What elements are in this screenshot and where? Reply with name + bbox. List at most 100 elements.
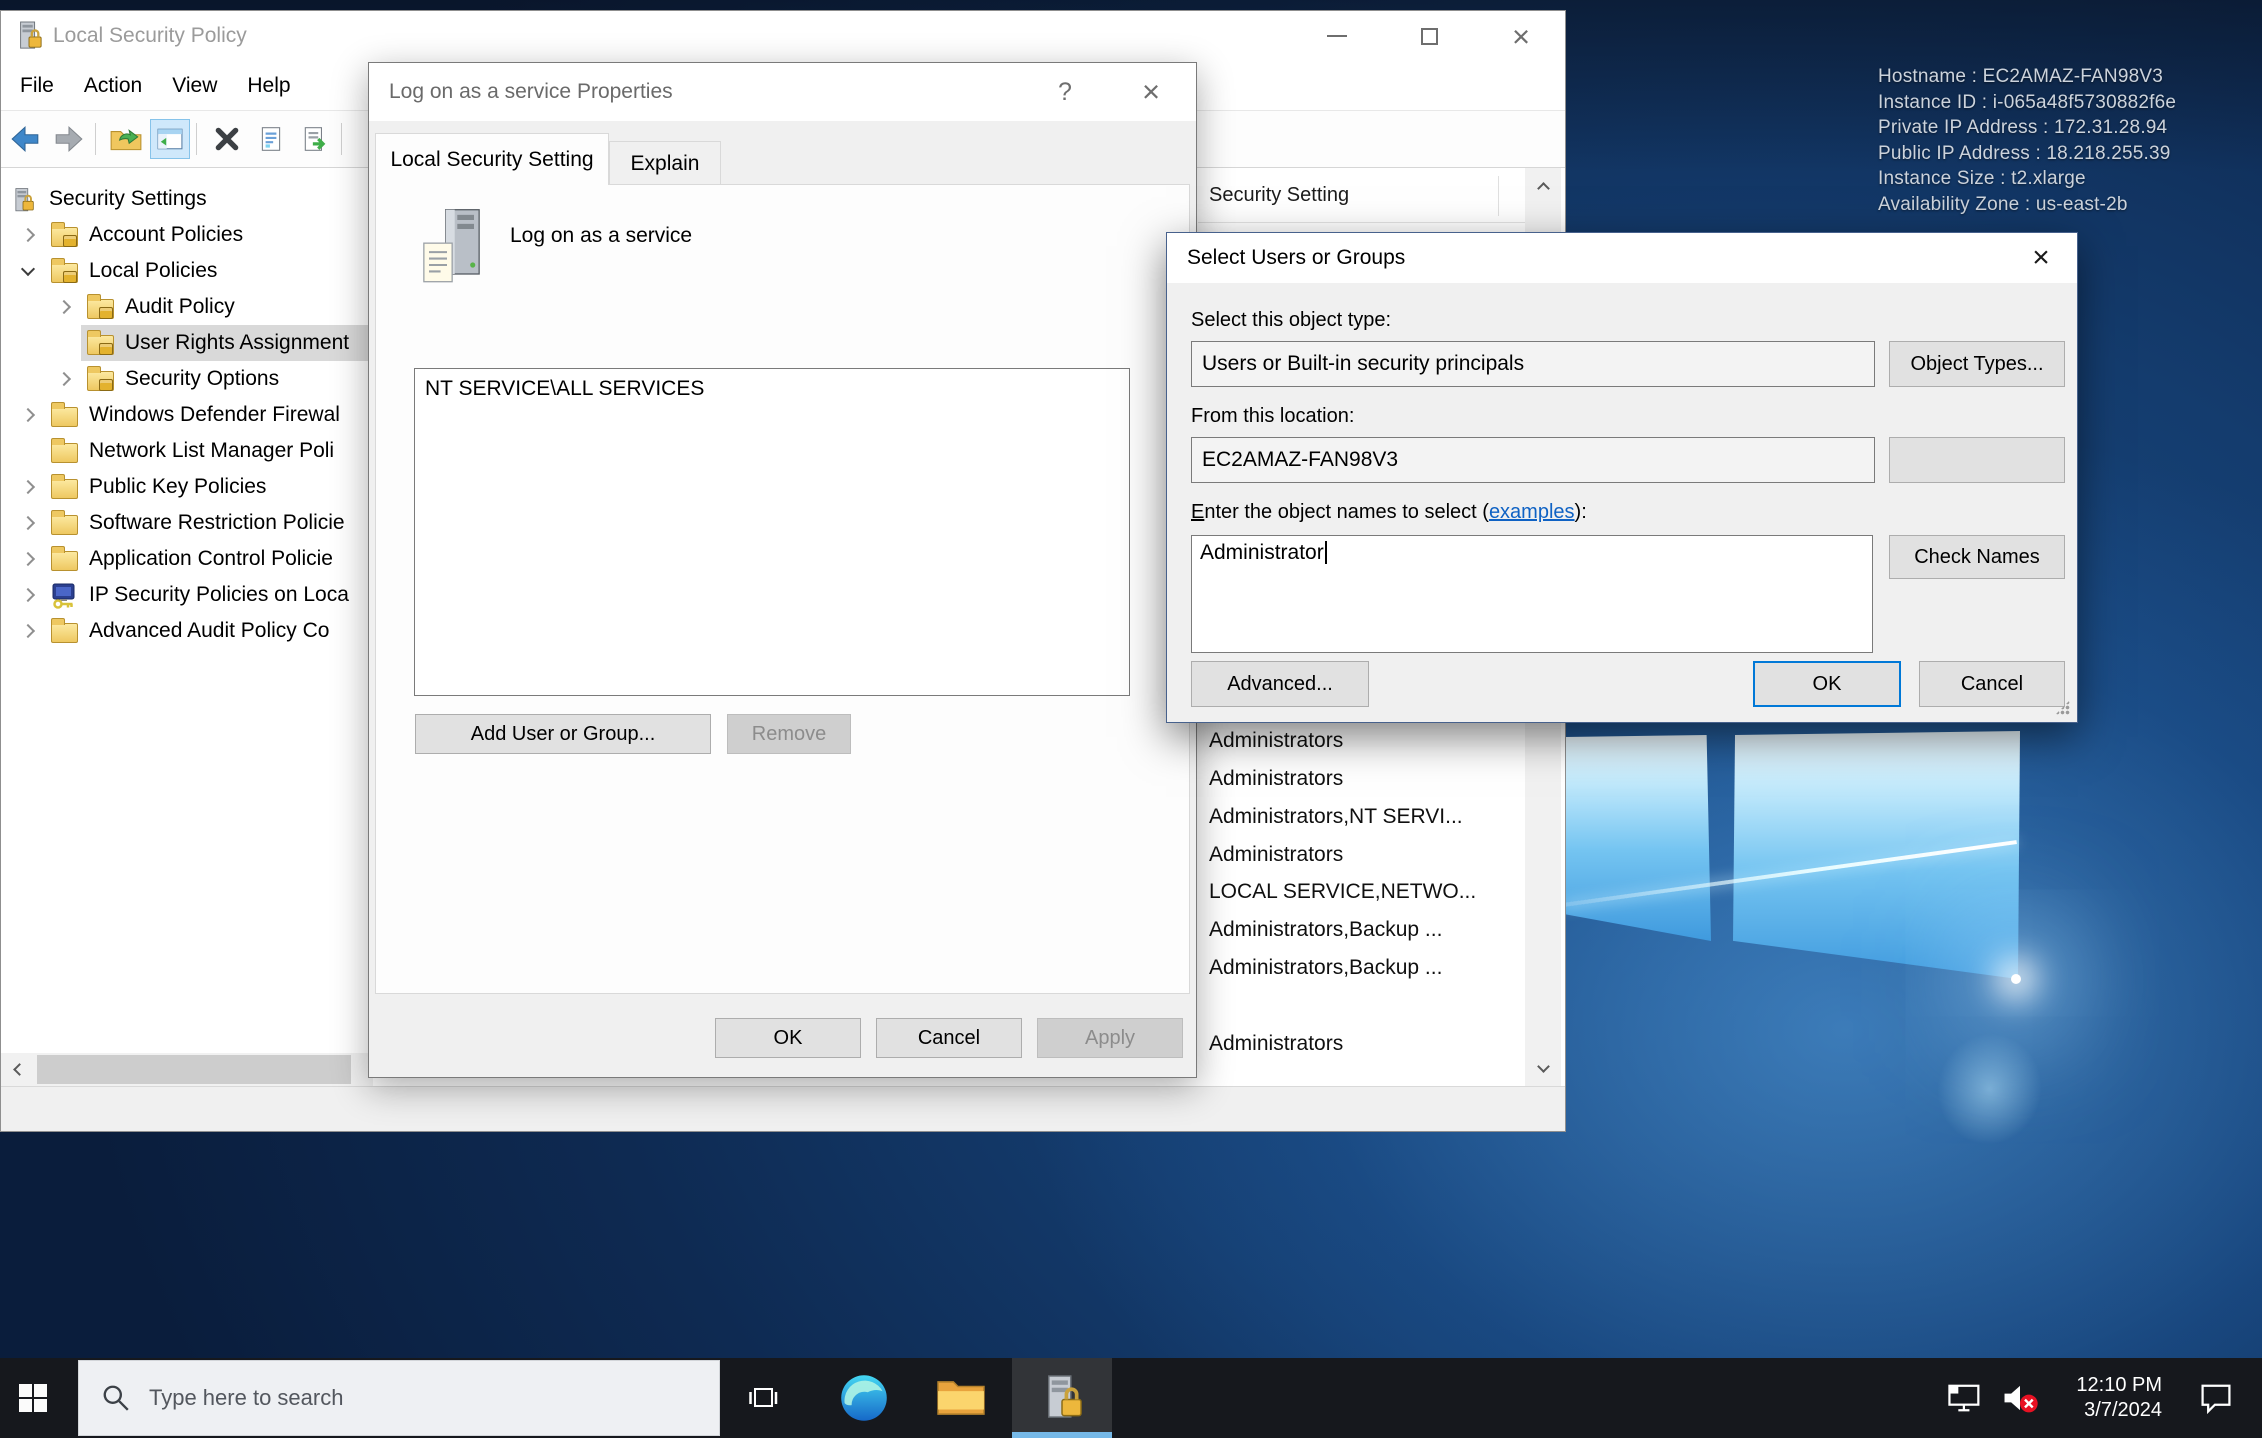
export-list-icon[interactable] [295, 119, 335, 159]
show-console-tree-icon[interactable] [150, 119, 190, 159]
close-button[interactable]: × [1497, 11, 1545, 61]
scroll-down-icon[interactable] [1525, 1050, 1561, 1086]
chevron-down-icon[interactable] [21, 262, 35, 276]
file-explorer-icon[interactable] [925, 1358, 997, 1438]
tree-item-network-list-manager[interactable]: Network List Manager Poli [1, 433, 373, 469]
tree-item-application-control[interactable]: Application Control Policie [1, 541, 373, 577]
advanced-button[interactable]: Advanced... [1191, 661, 1369, 707]
list-item[interactable]: Administrators [1209, 728, 1343, 754]
close-icon[interactable]: × [2019, 233, 2063, 283]
ok-button[interactable]: OK [1753, 661, 1901, 707]
ec2-instance-id: Instance ID : i-065a48f5730882f6e [1878, 90, 2176, 116]
close-icon[interactable]: × [1121, 63, 1181, 121]
taskbar: Type here to search [0, 1358, 2262, 1438]
delete-icon[interactable] [207, 119, 247, 159]
column-divider[interactable] [1498, 176, 1499, 216]
tree-item-local-policies[interactable]: Local Policies [1, 253, 373, 289]
menu-view[interactable]: View [157, 61, 232, 111]
list-item[interactable]: Administrators,Backup ... [1209, 955, 1442, 981]
folder-lock-icon [51, 263, 78, 283]
chevron-right-icon[interactable] [21, 516, 35, 530]
tree-item-public-key-policies[interactable]: Public Key Policies [1, 469, 373, 505]
tree-item-label: Security Settings [49, 181, 207, 217]
scrollbar-thumb[interactable] [37, 1055, 351, 1084]
security-settings-icon [11, 187, 35, 220]
tree-item-security-settings[interactable]: Security Settings [1, 181, 373, 217]
window-titlebar[interactable]: Local Security Policy × [1, 11, 1565, 61]
forward-icon[interactable] [49, 119, 89, 159]
list-item[interactable]: Administrators,NT SERVI... [1209, 804, 1463, 830]
cancel-button[interactable]: Cancel [876, 1018, 1022, 1058]
tree-item-audit-policy[interactable]: Audit Policy [1, 289, 373, 325]
horizontal-scrollbar[interactable] [1, 1053, 373, 1086]
object-names-input[interactable]: Administrator [1191, 535, 1873, 653]
search-placeholder: Type here to search [149, 1385, 343, 1411]
tree-item-label: User Rights Assignment [125, 325, 349, 361]
menu-action[interactable]: Action [69, 61, 157, 111]
scroll-up-icon[interactable] [1525, 168, 1561, 204]
object-type-value: Users or Built-in security principals [1202, 352, 1524, 376]
minimize-button[interactable] [1313, 11, 1361, 61]
member-entry[interactable]: NT SERVICE\ALL SERVICES [425, 377, 704, 400]
search-input[interactable]: Type here to search [78, 1360, 720, 1436]
dialog-titlebar[interactable]: Log on as a service Properties ? × [369, 63, 1196, 121]
tab-explain[interactable]: Explain [609, 141, 721, 185]
tree-item-user-rights-assignment[interactable]: User Rights Assignment [1, 325, 373, 361]
task-view-button[interactable] [730, 1358, 796, 1438]
properties-icon[interactable] [251, 119, 291, 159]
tree-item-windows-defender-firewall[interactable]: Windows Defender Firewal [1, 397, 373, 433]
cancel-button[interactable]: Cancel [1919, 661, 2065, 707]
chevron-right-icon[interactable] [21, 588, 35, 602]
remove-button: Remove [727, 714, 851, 754]
taskbar-clock[interactable]: 12:10 PM 3/7/2024 [2050, 1358, 2162, 1438]
help-icon[interactable]: ? [1041, 63, 1089, 121]
members-listbox[interactable]: NT SERVICE\ALL SERVICES [414, 368, 1130, 696]
column-header-security-setting[interactable]: Security Setting [1198, 168, 1525, 223]
examples-link[interactable]: examples [1489, 501, 1575, 523]
action-center-icon[interactable] [2186, 1358, 2246, 1438]
location-label: From this location: [1191, 405, 1354, 428]
volume-muted-icon[interactable] [1992, 1358, 2048, 1438]
tree-item-security-options[interactable]: Security Options [1, 361, 373, 397]
menu-file[interactable]: File [5, 61, 69, 111]
chevron-right-icon[interactable] [21, 552, 35, 566]
list-item[interactable]: Administrators [1209, 766, 1343, 792]
edge-icon[interactable] [828, 1358, 900, 1438]
check-names-button[interactable]: Check Names [1889, 535, 2065, 579]
menu-help[interactable]: Help [232, 61, 305, 111]
object-type-field[interactable]: Users or Built-in security principals [1191, 341, 1875, 387]
tree-item-account-policies[interactable]: Account Policies [1, 217, 373, 253]
clock-time: 12:10 PM [2076, 1373, 2162, 1398]
window-status-strip [1, 1086, 1565, 1131]
back-icon[interactable] [5, 119, 45, 159]
dialog-titlebar[interactable]: Select Users or Groups × [1167, 233, 2077, 283]
chevron-right-icon[interactable] [21, 408, 35, 422]
list-item[interactable]: LOCAL SERVICE,NETWO... [1209, 879, 1476, 905]
list-item[interactable]: Administrators [1209, 1031, 1343, 1057]
add-user-or-group-button[interactable]: Add User or Group... [415, 714, 711, 754]
tree-item-software-restriction[interactable]: Software Restriction Policie [1, 505, 373, 541]
location-field[interactable]: EC2AMAZ-FAN98V3 [1191, 437, 1875, 483]
maximize-button[interactable] [1405, 11, 1453, 61]
ok-button[interactable]: OK [715, 1018, 861, 1058]
ec2-availability-zone: Availability Zone : us-east-2b [1878, 192, 2176, 218]
chevron-right-icon[interactable] [21, 228, 35, 242]
start-button[interactable] [0, 1358, 66, 1438]
list-item[interactable]: Administrators [1209, 842, 1343, 868]
ipsec-icon [51, 583, 77, 615]
export-folder-icon[interactable] [106, 119, 146, 159]
object-types-button[interactable]: Object Types... [1889, 341, 2065, 387]
tree-item-ip-security-policies[interactable]: IP Security Policies on Loca [1, 577, 373, 613]
list-item[interactable]: Administrators,Backup ... [1209, 917, 1442, 943]
tree-item-advanced-audit-policy[interactable]: Advanced Audit Policy Co [1, 613, 373, 649]
scroll-left-icon[interactable] [1, 1053, 34, 1086]
network-icon[interactable] [1938, 1358, 1992, 1438]
local-security-policy-taskbar-icon[interactable] [1012, 1358, 1112, 1438]
chevron-right-icon[interactable] [57, 300, 71, 314]
chevron-right-icon[interactable] [21, 480, 35, 494]
chevron-right-icon[interactable] [57, 372, 71, 386]
locations-button[interactable] [1889, 437, 2065, 483]
policy-name: Log on as a service [510, 224, 692, 248]
chevron-right-icon[interactable] [21, 624, 35, 638]
tab-local-security-setting[interactable]: Local Security Setting [375, 133, 609, 185]
